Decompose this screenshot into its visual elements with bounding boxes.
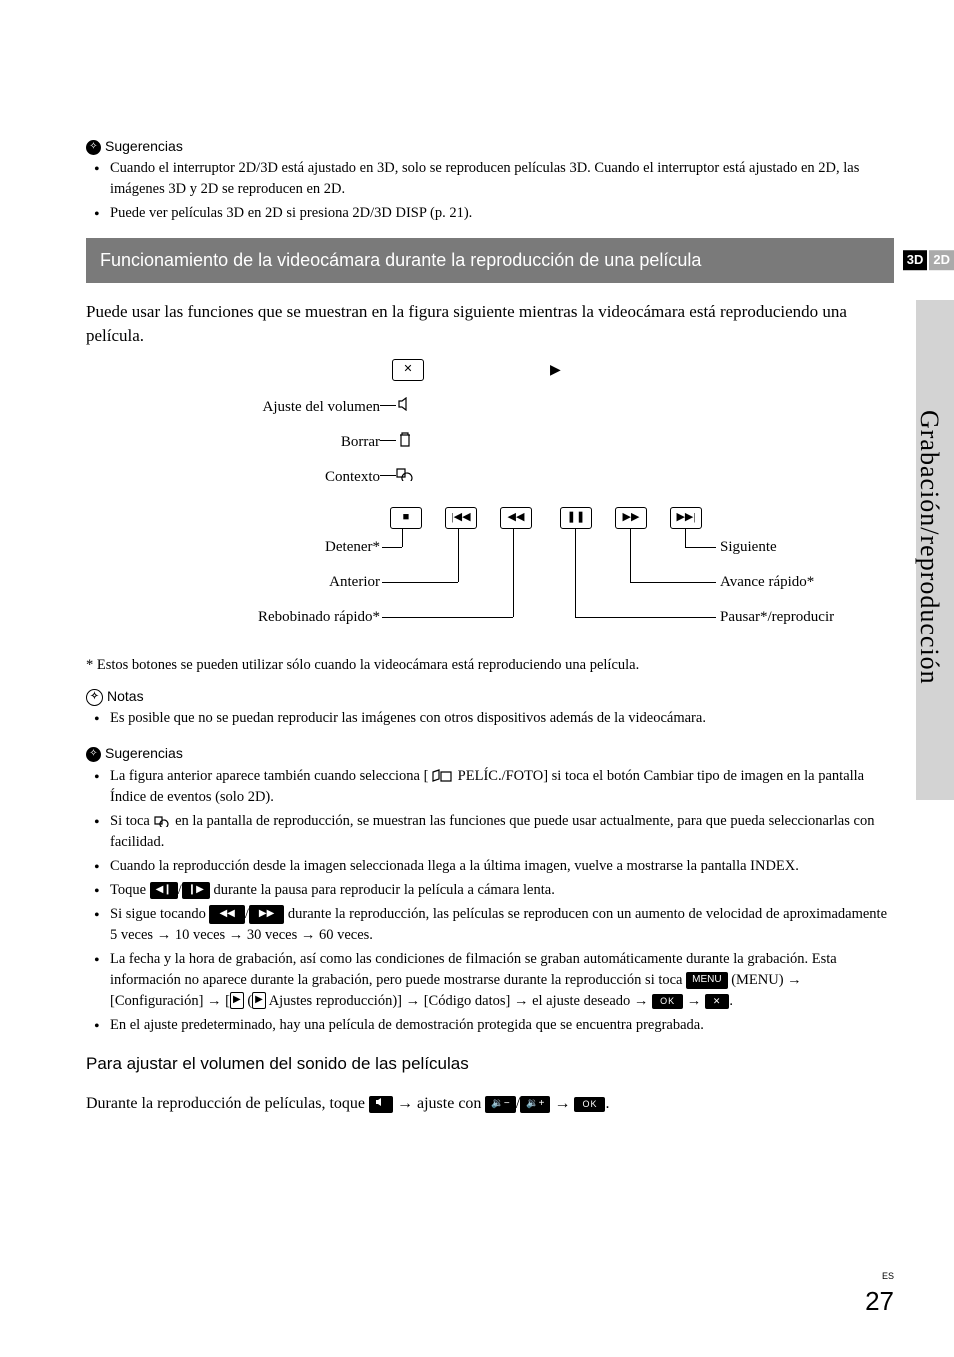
label-detener: Detener* xyxy=(325,537,380,559)
close-button-icon: ✕ xyxy=(705,994,730,1009)
list-item: Puede ver películas 3D en 2D si presiona… xyxy=(100,203,894,224)
vol-up-icon: 🔉+ xyxy=(520,1096,550,1113)
ffwd-button-icon: ▶▶ xyxy=(615,507,647,529)
subheading-volume: Para ajustar el volumen del sonido de la… xyxy=(86,1052,894,1077)
playback-diagram: ✕ ▶ ■ |◀◀ ◀◀ ❚❚ ▶▶ ▶▶| Ajuste del volume… xyxy=(150,357,830,647)
list-item: Es posible que no se puedan reproducir l… xyxy=(100,708,894,729)
list-item: La fecha y la hora de grabación, así com… xyxy=(100,949,894,1012)
stop-button-icon: ■ xyxy=(390,507,422,529)
play-outline-icon: ▶ xyxy=(252,992,266,1009)
play-indicator-icon: ▶ xyxy=(550,361,561,381)
list-item: La figura anterior aparece también cuand… xyxy=(100,766,894,808)
notas-list: Es posible que no se puedan reproducir l… xyxy=(86,708,894,729)
volume-instruction: Durante la reproducción de películas, to… xyxy=(86,1092,894,1115)
intro-text: Puede usar las funciones que se muestran… xyxy=(86,300,894,349)
list-item: Toque ◀❙/❙▶ durante la pausa para reprod… xyxy=(100,880,894,901)
bolt-icon: ✧ xyxy=(86,689,103,706)
list-item: En el ajuste predeterminado, hay una pel… xyxy=(100,1015,894,1036)
list-item: Si sigue tocando ◀◀/▶▶ durante la reprod… xyxy=(100,904,894,946)
ok-button-icon: OK xyxy=(652,994,683,1009)
volume-icon xyxy=(398,397,414,419)
lightbulb-icon: ✧ xyxy=(86,140,101,155)
context-icon xyxy=(396,467,414,489)
label-pausar: Pausar*/reproducir xyxy=(720,607,834,629)
sugerencias-heading-1: ✧Sugerencias xyxy=(86,136,894,156)
label-borrar: Borrar xyxy=(341,432,380,454)
label-contexto: Contexto xyxy=(325,467,380,489)
top-tips-list: Cuando el interruptor 2D/3D está ajustad… xyxy=(86,158,894,224)
ok-button-icon: OK xyxy=(574,1097,605,1112)
fast-rev-icon: ◀◀ xyxy=(209,905,244,924)
prev-button-icon: |◀◀ xyxy=(445,507,477,529)
badge-2d: 2D xyxy=(929,251,954,271)
play-outline-icon: ▶ xyxy=(230,992,244,1009)
label-rewind: Rebobinado rápido* xyxy=(258,607,380,629)
lightbulb-icon: ✧ xyxy=(86,747,101,762)
footnote-text: * Estos botones se pueden utilizar sólo … xyxy=(86,655,894,676)
pause-play-button-icon: ❚❚ xyxy=(560,507,592,529)
vol-down-icon: 🔉− xyxy=(485,1096,515,1113)
close-button-icon: ✕ xyxy=(392,359,424,381)
fast-fwd-icon: ▶▶ xyxy=(249,905,284,924)
label-siguiente: Siguiente xyxy=(720,537,777,559)
volume-icon xyxy=(369,1096,393,1114)
section-heading: Funcionamiento de la videocámara durante… xyxy=(86,238,894,282)
label-anterior: Anterior xyxy=(329,572,380,594)
page-number: ES 27 xyxy=(865,1270,894,1321)
movie-photo-icon xyxy=(432,769,454,783)
tips-list-2: La figura anterior aparece también cuand… xyxy=(86,766,894,1036)
trash-icon xyxy=(398,432,412,456)
list-item: Cuando el interruptor 2D/3D está ajustad… xyxy=(100,158,894,200)
rewind-button-icon: ◀◀ xyxy=(500,507,532,529)
list-item: Si toca en la pantalla de reproducción, … xyxy=(100,811,894,853)
menu-button-icon: MENU xyxy=(686,972,727,989)
slow-rev-icon: ◀❙ xyxy=(150,882,178,899)
label-volumen: Ajuste del volumen xyxy=(263,397,380,419)
list-item: Cuando la reproducción desde la imagen s… xyxy=(100,856,894,877)
notas-heading: ✧Notas xyxy=(86,686,894,706)
context-icon xyxy=(154,815,172,827)
sugerencias-heading-2: ✧Sugerencias xyxy=(86,743,894,763)
badge-3d: 3D xyxy=(903,251,928,271)
slow-fwd-icon: ❙▶ xyxy=(182,882,210,899)
next-button-icon: ▶▶| xyxy=(670,507,702,529)
label-ffwd: Avance rápido* xyxy=(720,572,814,594)
